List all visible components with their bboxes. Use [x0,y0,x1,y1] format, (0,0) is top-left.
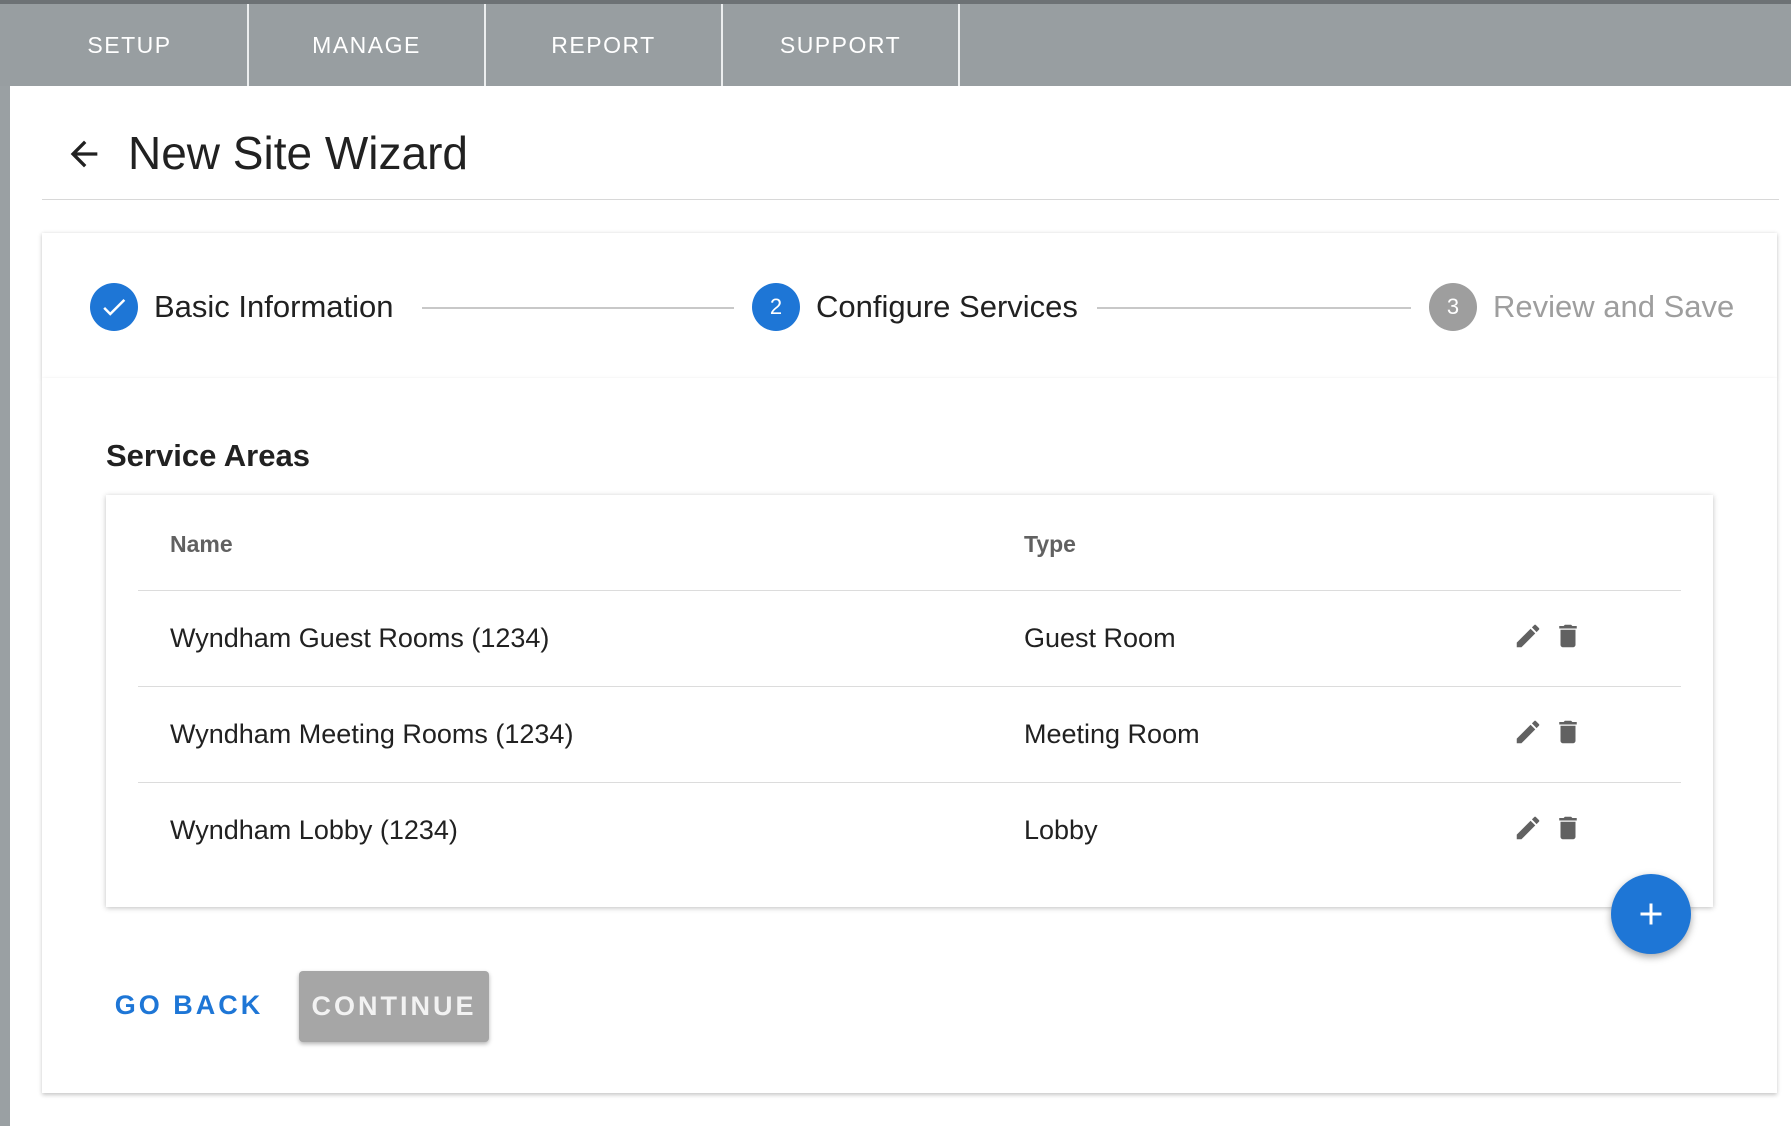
table-row: Wyndham Meeting Rooms (1234) Meeting Roo… [138,686,1681,783]
add-service-area-button[interactable] [1611,874,1691,954]
tab-report[interactable]: REPORT [486,4,723,86]
plus-icon [1640,903,1662,925]
wizard-stepper: Basic Information 2 Configure Services 3… [42,233,1777,379]
tab-manage[interactable]: MANAGE [249,4,486,86]
row-name: Wyndham Meeting Rooms (1234) [170,719,574,749]
trash-icon[interactable] [1553,621,1583,651]
column-header-name: Name [170,531,233,557]
check-icon [103,298,126,316]
step-1-check-icon [90,283,138,331]
column-header-type: Type [1024,531,1076,557]
row-type: Guest Room [1024,623,1176,653]
step-1-label[interactable]: Basic Information [154,289,394,325]
service-areas-table: Name Type Wyndham Guest Rooms (1234) Gue… [106,495,1713,907]
arrow-left-icon[interactable] [64,134,104,174]
pencil-icon[interactable] [1513,621,1543,651]
services-card: Service Areas Name Type Wyndham Guest Ro… [42,378,1777,1093]
section-title: Service Areas [106,438,310,473]
step-connector [422,307,734,309]
pencil-icon[interactable] [1513,813,1543,843]
table-row: Wyndham Guest Rooms (1234) Guest Room [138,590,1681,687]
row-name: Wyndham Guest Rooms (1234) [170,623,550,653]
row-type: Meeting Room [1024,719,1200,749]
step-3-number: 3 [1429,283,1477,331]
step-2-label[interactable]: Configure Services [816,289,1078,325]
go-back-button[interactable]: GO BACK [114,970,264,1040]
page-content: New Site Wizard Basic Information 2 Conf… [10,86,1791,1126]
trash-icon[interactable] [1553,813,1583,843]
trash-icon[interactable] [1553,717,1583,747]
continue-button[interactable]: CONTINUE [299,971,489,1042]
step-2-number: 2 [752,283,800,331]
tab-support[interactable]: SUPPORT [723,4,960,86]
tab-setup[interactable]: SETUP [12,4,249,86]
page-title: New Site Wizard [128,127,468,179]
row-name: Wyndham Lobby (1234) [170,815,458,845]
top-navigation: SETUP MANAGE REPORT SUPPORT [0,0,1791,86]
pencil-icon[interactable] [1513,717,1543,747]
step-3-label[interactable]: Review and Save [1493,289,1734,325]
page-header: New Site Wizard [42,86,1779,200]
table-row: Wyndham Lobby (1234) Lobby [138,782,1681,879]
step-connector [1097,307,1411,309]
row-type: Lobby [1024,815,1098,845]
